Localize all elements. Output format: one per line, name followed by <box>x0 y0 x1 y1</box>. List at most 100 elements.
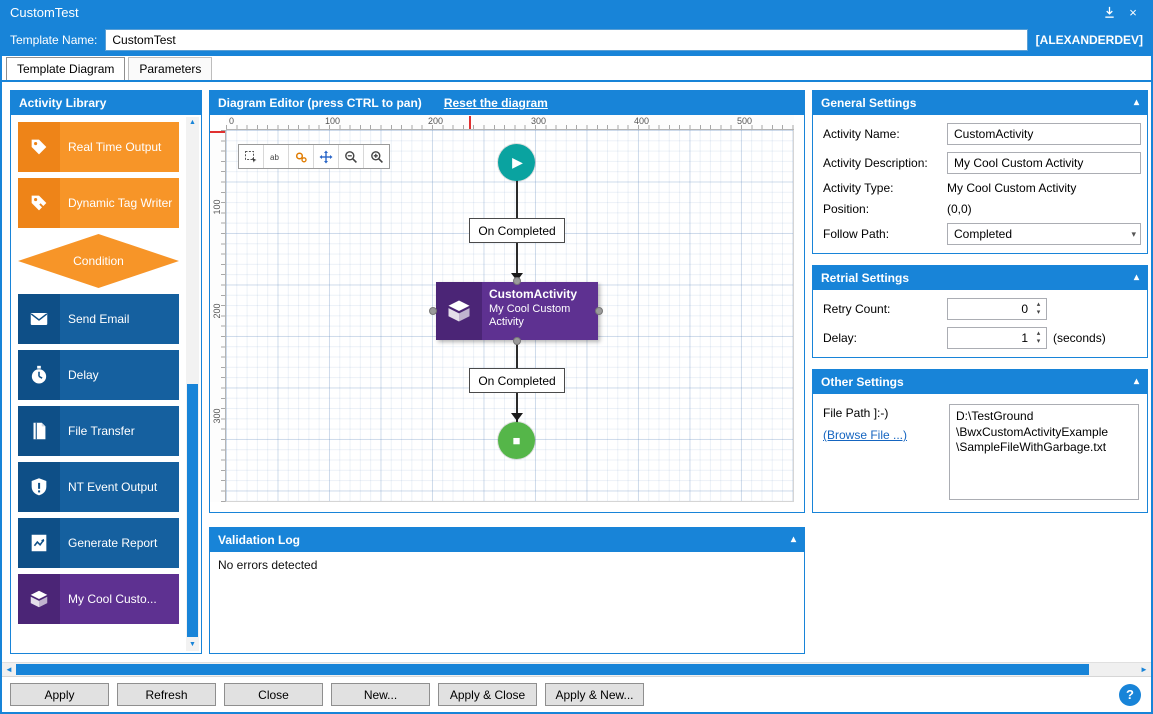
scroll-down-icon[interactable]: ▼ <box>186 639 199 651</box>
connector-dot[interactable] <box>513 277 521 285</box>
connector-dot[interactable] <box>513 337 521 345</box>
scroll-up-icon[interactable]: ▲ <box>186 117 199 129</box>
template-name-row: Template Name: [ALEXANDERDEV] <box>2 24 1151 56</box>
activity-item-label: NT Event Output <box>60 462 179 512</box>
app-window: CustomTest × Template Name: [ALEXANDERDE… <box>0 0 1153 714</box>
diagram-editor-panel: Diagram Editor (press CTRL to pan) Reset… <box>209 90 805 513</box>
arrowhead-icon <box>511 413 523 421</box>
tab-parameters[interactable]: Parameters <box>128 57 212 80</box>
scroll-right-icon[interactable]: ► <box>1137 663 1151 676</box>
pan-tool-icon[interactable] <box>314 145 339 168</box>
template-name-input[interactable] <box>105 29 1027 51</box>
ruler-label: 500 <box>737 116 752 126</box>
help-button[interactable]: ? <box>1119 684 1141 706</box>
center-column: Diagram Editor (press CTRL to pan) Reset… <box>209 90 805 654</box>
general-settings-body: Activity Name: Activity Description: Act… <box>813 115 1147 253</box>
close-icon[interactable]: × <box>1121 2 1145 22</box>
collapse-icon[interactable]: ▴ <box>1134 98 1139 108</box>
apply-button[interactable]: Apply <box>10 683 109 706</box>
file-path-value[interactable]: D:\TestGround \BwxCustomActivityExample … <box>949 404 1139 500</box>
activity-item-label: Generate Report <box>60 518 179 568</box>
shield-icon <box>18 462 60 512</box>
footer-bar: Apply Refresh Close New... Apply & Close… <box>2 676 1151 712</box>
ruler-label: 100 <box>212 192 222 222</box>
follow-path-label: Follow Path: <box>823 227 943 241</box>
diagram-canvas[interactable]: ab <box>226 130 794 502</box>
activity-item-label: File Transfer <box>60 406 179 456</box>
activity-item-label: Send Email <box>60 294 179 344</box>
close-button[interactable]: Close <box>224 683 323 706</box>
horizontal-scrollbar[interactable]: ◄ ► <box>2 662 1151 676</box>
spin-down-icon[interactable]: ▾ <box>1032 338 1045 346</box>
library-scrollbar[interactable]: ▲ ▼ <box>186 117 199 651</box>
zoom-out-tool-icon[interactable] <box>339 145 364 168</box>
horizontal-scrollbar-thumb[interactable] <box>16 664 1089 675</box>
activity-item-file-transfer[interactable]: File Transfer <box>18 406 179 456</box>
activity-item-generate-report[interactable]: Generate Report <box>18 518 179 568</box>
report-icon <box>18 518 60 568</box>
template-name-label: Template Name: <box>10 33 97 47</box>
activity-item-label: Dynamic Tag Writer <box>60 178 179 228</box>
apply-close-button[interactable]: Apply & Close <box>438 683 537 706</box>
delay-unit-label: (seconds) <box>1053 331 1106 345</box>
delay-stepper[interactable]: ▴ ▾ <box>947 327 1047 349</box>
spin-down-icon[interactable]: ▾ <box>1032 309 1045 317</box>
activity-item-condition[interactable]: Condition <box>18 234 179 288</box>
activity-item-send-email[interactable]: Send Email <box>18 294 179 344</box>
download-icon[interactable] <box>1097 2 1121 22</box>
connector-dot[interactable] <box>429 307 437 315</box>
vertical-ruler: 100 200 300 <box>210 130 226 502</box>
start-node[interactable]: ▶ <box>498 144 535 181</box>
reset-diagram-link[interactable]: Reset the diagram <box>444 96 548 110</box>
collapse-icon[interactable]: ▴ <box>791 535 796 545</box>
custom-activity-node[interactable]: CustomActivity My Cool Custom Activity <box>436 282 598 340</box>
retrial-settings-panel: Retrial Settings ▴ Retry Count: ▴ ▾ <box>812 265 1148 358</box>
tab-template-diagram[interactable]: Template Diagram <box>6 57 125 80</box>
activity-library-body: Real Time Output Dynamic Tag Writer Cond… <box>11 115 201 653</box>
spin-up-icon[interactable]: ▴ <box>1032 301 1045 309</box>
horizontal-scrollbar-track[interactable] <box>16 663 1137 676</box>
retrial-settings-body: Retry Count: ▴ ▾ Delay: <box>813 290 1147 357</box>
refresh-button[interactable]: Refresh <box>117 683 216 706</box>
cube-icon <box>436 282 482 340</box>
activity-item-nt-event-output[interactable]: NT Event Output <box>18 462 179 512</box>
activity-item-real-time-output[interactable]: Real Time Output <box>18 122 179 172</box>
activity-name-input[interactable] <box>947 123 1141 145</box>
validation-log-panel: Validation Log ▴ No errors detected <box>209 527 805 654</box>
browse-file-link[interactable]: (Browse File ...) <box>823 428 941 442</box>
tab-strip: Template Diagram Parameters <box>2 56 1151 82</box>
connector-dot[interactable] <box>595 307 603 315</box>
validation-log-title: Validation Log <box>218 533 300 547</box>
library-scrollbar-thumb[interactable] <box>187 384 198 637</box>
retry-count-stepper[interactable]: ▴ ▾ <box>947 298 1047 320</box>
zoom-in-tool-icon[interactable] <box>364 145 389 168</box>
stopwatch-icon <box>18 350 60 400</box>
file-icon <box>18 406 60 456</box>
activity-node-subtitle: My Cool Custom Activity <box>489 303 592 328</box>
edge-label-on-completed[interactable]: On Completed <box>469 368 565 393</box>
play-icon: ▶ <box>512 154 523 171</box>
select-tool-icon[interactable] <box>239 145 264 168</box>
settings-tool-icon[interactable] <box>289 145 314 168</box>
scroll-left-icon[interactable]: ◄ <box>2 663 16 676</box>
activity-description-input[interactable] <box>947 152 1141 174</box>
activity-item-my-cool-custom[interactable]: My Cool Custo... <box>18 574 179 624</box>
other-settings-body: File Path ]:-) (Browse File ...) D:\Test… <box>813 394 1147 512</box>
stepper-buttons[interactable]: ▴ ▾ <box>1032 300 1045 318</box>
activity-item-label: Delay <box>60 350 179 400</box>
collapse-icon[interactable]: ▴ <box>1134 273 1139 283</box>
stepper-buttons[interactable]: ▴ ▾ <box>1032 329 1045 347</box>
text-tool-icon[interactable]: ab <box>264 145 289 168</box>
activity-library-title: Activity Library <box>19 96 106 110</box>
apply-new-button[interactable]: Apply & New... <box>545 683 644 706</box>
end-node[interactable]: ■ <box>498 422 535 459</box>
activity-item-dynamic-tag-writer[interactable]: Dynamic Tag Writer <box>18 178 179 228</box>
spin-up-icon[interactable]: ▴ <box>1032 330 1045 338</box>
collapse-icon[interactable]: ▴ <box>1134 377 1139 387</box>
activity-item-delay[interactable]: Delay <box>18 350 179 400</box>
new-button[interactable]: New... <box>331 683 430 706</box>
edge-label-on-completed[interactable]: On Completed <box>469 218 565 243</box>
position-value: (0,0) <box>947 202 1141 216</box>
follow-path-dropdown[interactable]: Completed ▾ <box>947 223 1141 245</box>
user-badge: [ALEXANDERDEV] <box>1036 33 1143 47</box>
